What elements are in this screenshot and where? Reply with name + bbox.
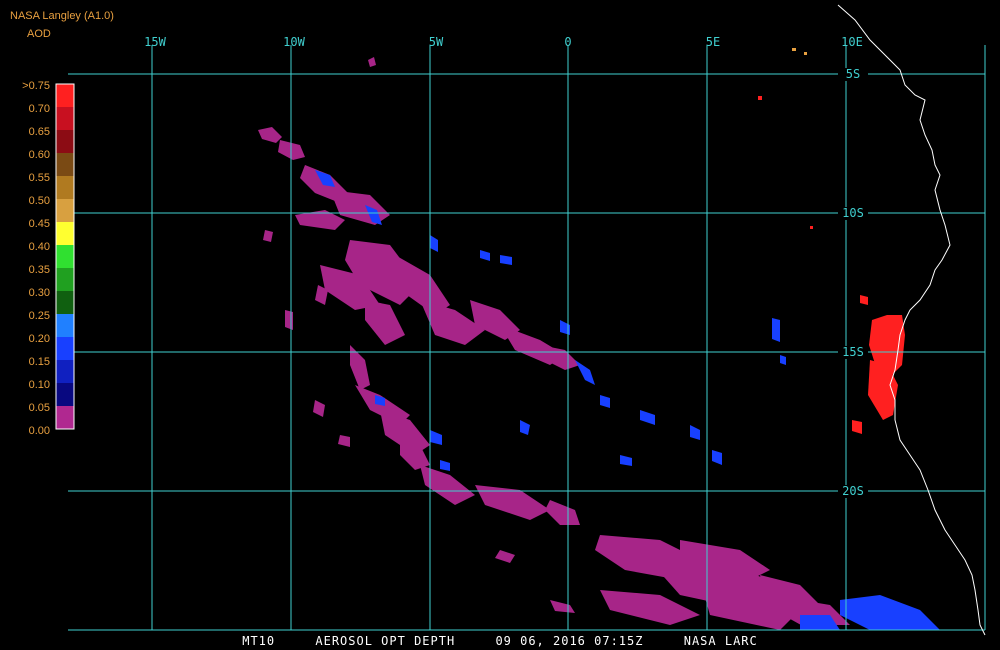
lat-label: 5S [846, 67, 860, 81]
colorbar-swatch [56, 314, 74, 338]
colorbar-swatch [56, 383, 74, 407]
lon-label: 0 [564, 35, 571, 49]
colorbar-swatch [56, 153, 74, 177]
lat-label: 20S [842, 484, 864, 498]
colorbar-label: 0.25 [29, 310, 50, 322]
footer-datetime: 09 06, 2016 07:15Z [495, 634, 644, 648]
colorbar-label: 0.55 [29, 172, 50, 184]
footer-credit: NASA LARC [683, 634, 758, 648]
lon-label: 15W [144, 35, 166, 49]
colorbar-label: 0.30 [29, 287, 50, 299]
colorbar-swatch [56, 291, 74, 315]
colorbar-label: 0.00 [29, 425, 50, 437]
colorbar-swatch [56, 360, 74, 384]
lon-label: 10E [841, 35, 863, 49]
colorbar-swatch [56, 107, 74, 131]
colorbar-swatch [56, 199, 74, 223]
colorbar-label: 0.60 [29, 149, 50, 161]
lat-label: 15S [842, 345, 864, 359]
lat-label: 10S [842, 206, 864, 220]
footer-platform: MT10 [242, 634, 276, 648]
colorbar-label: 0.20 [29, 333, 50, 345]
colorbar-label: 0.15 [29, 356, 50, 368]
colorbar-label: 0.45 [29, 218, 50, 230]
lon-label: 10W [283, 35, 305, 49]
lon-label: 5E [706, 35, 720, 49]
colorbar-label: 0.35 [29, 264, 50, 276]
colorbar-label: 0.40 [29, 241, 50, 253]
lon-label: 5W [429, 35, 444, 49]
colorbar-swatch [56, 222, 74, 246]
colorbar-label: 0.05 [29, 402, 50, 414]
aod-map: 15W 10W 5W 0 5E 10E 5S 10S 15S 20S >0.75 0.70 0.65… [0, 0, 1000, 650]
colorbar-swatch [56, 337, 74, 361]
colorbar-swatch [56, 268, 74, 292]
colorbar-label: 0.10 [29, 379, 50, 391]
source-label: NASA Langley (A1.0) [10, 10, 114, 22]
footer-parameter: AEROSOL OPT DEPTH [315, 634, 456, 648]
colorbar-swatch [56, 245, 74, 269]
colorbar-label: >0.75 [22, 80, 50, 92]
colorbar-swatch [56, 130, 74, 154]
colorbar-label: 0.50 [29, 195, 50, 207]
product-label: AOD [27, 28, 51, 40]
colorbar-swatch [56, 84, 74, 108]
colorbar-swatch [56, 406, 74, 430]
colorbar-swatch [56, 176, 74, 200]
colorbar-label: 0.65 [29, 126, 50, 138]
colorbar-label: 0.70 [29, 103, 50, 115]
footer-caption: MT10 AEROSOL OPT DEPTH 09 06, 2016 07:15… [0, 634, 1000, 648]
